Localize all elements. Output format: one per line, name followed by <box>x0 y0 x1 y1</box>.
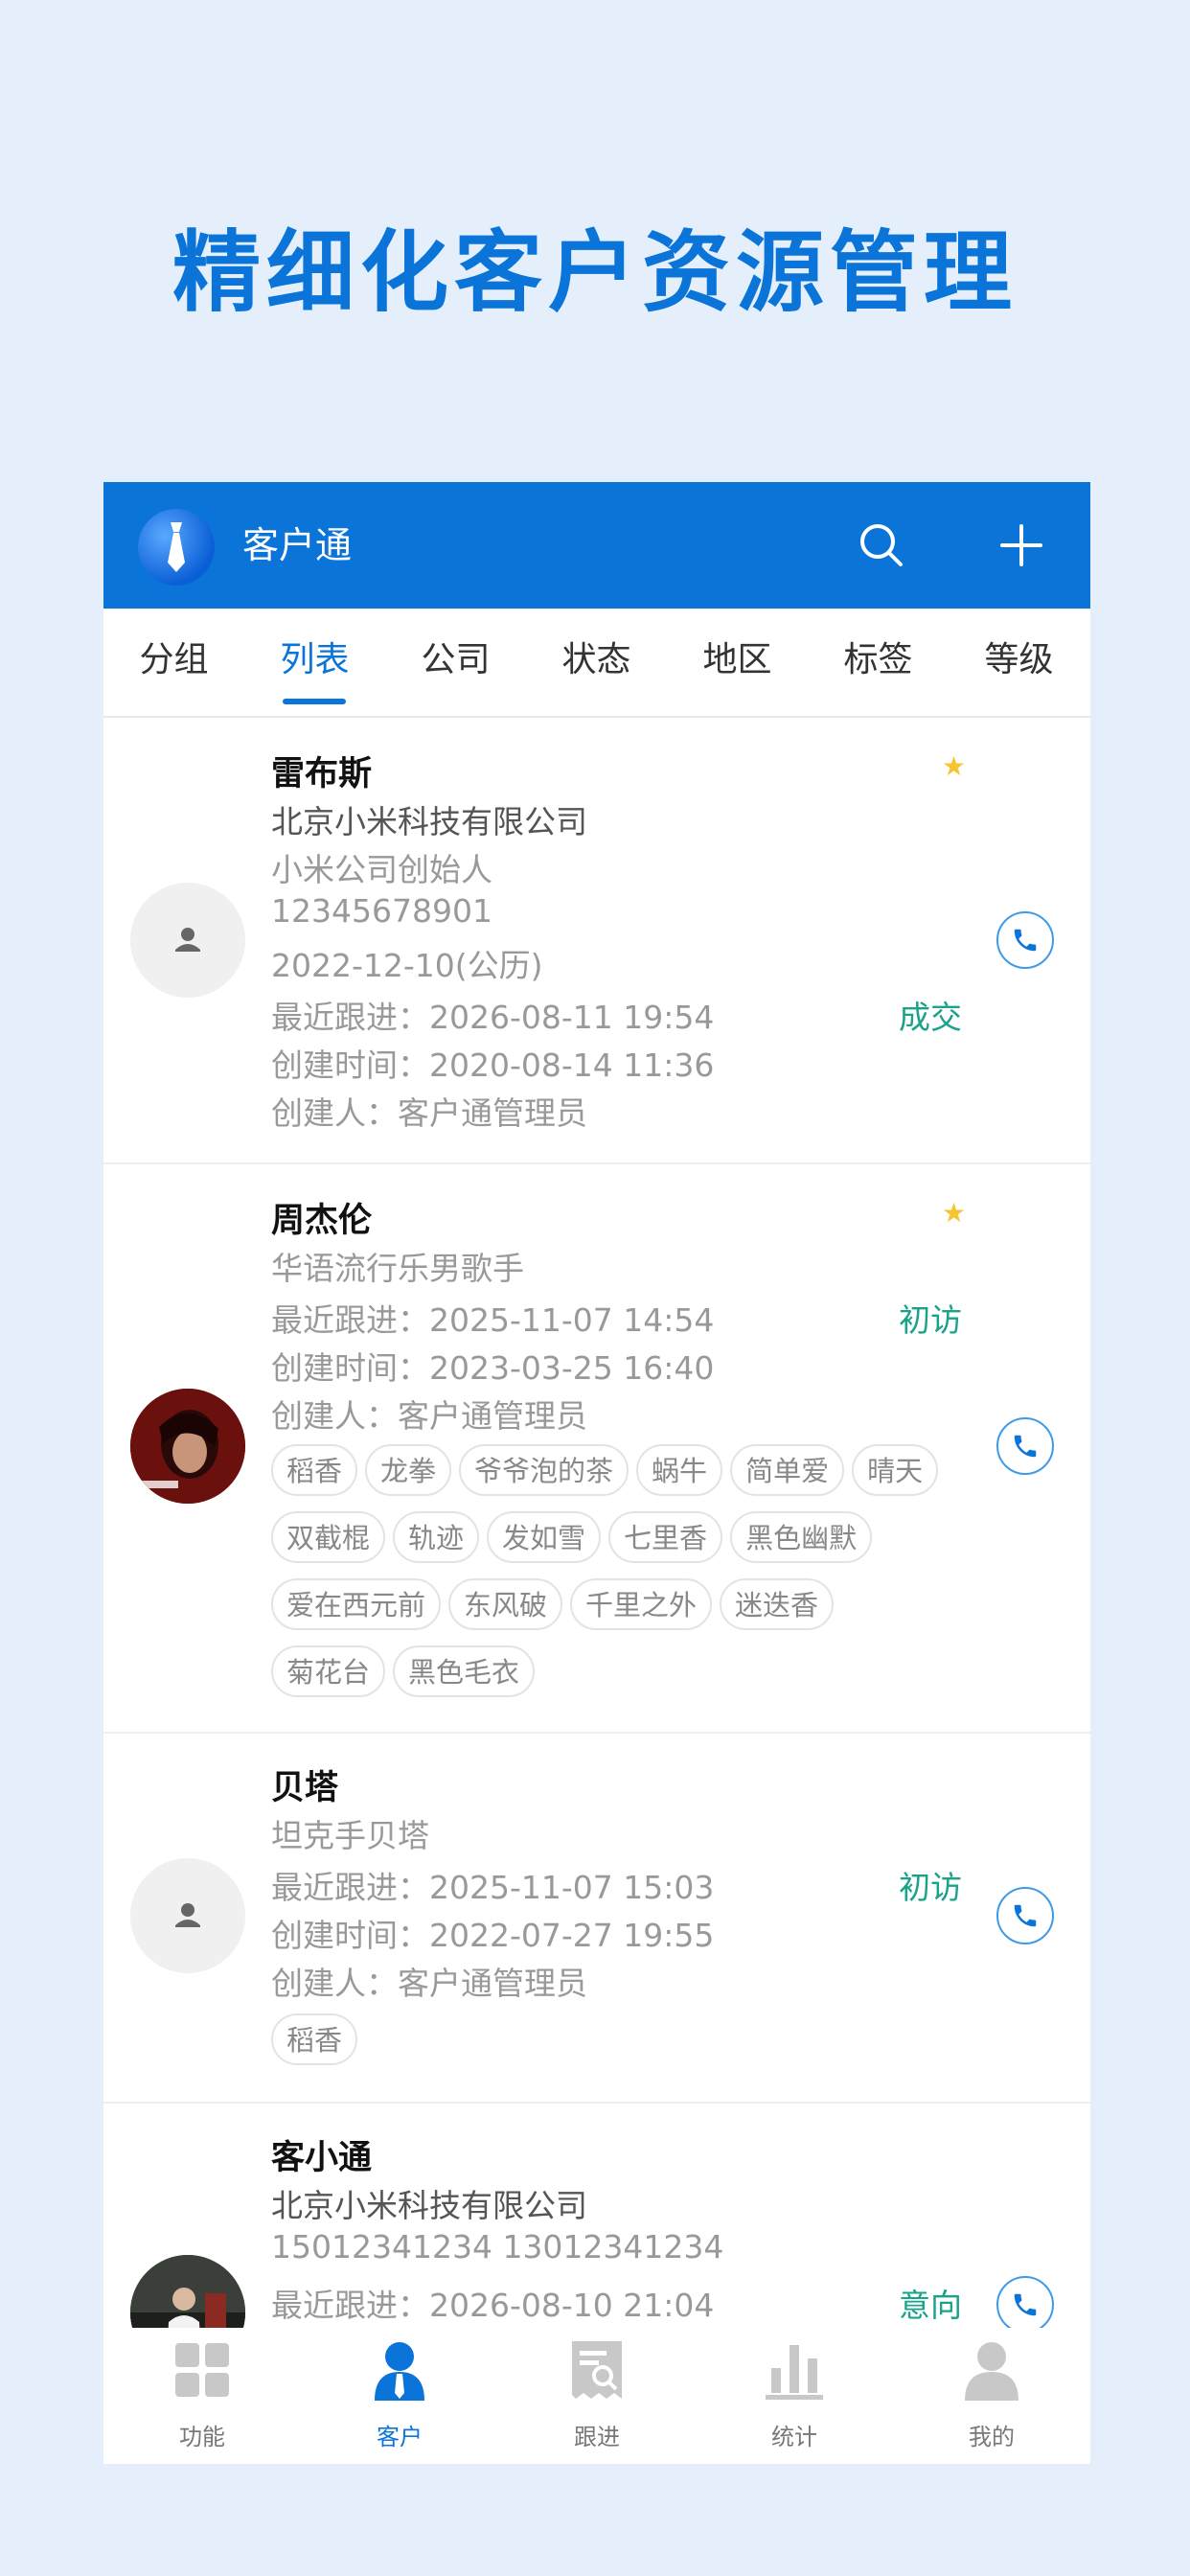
customer-title: 华语流行乐男歌手 <box>271 1250 524 1287</box>
recent-followup: 最近跟进：2025-11-07 15:03 <box>271 1869 715 1906</box>
user-icon <box>965 2342 1018 2401</box>
tag-chip[interactable]: 千里之外 <box>570 1578 713 1630</box>
customer-title: 坦克手贝塔 <box>271 1817 429 1854</box>
nav-label: 跟进 <box>574 2424 620 2450</box>
search-icon[interactable] <box>851 515 912 576</box>
person-icon <box>375 2342 424 2401</box>
customer-birthday: 2022-12-10(公历) <box>271 947 543 984</box>
tag-chip[interactable]: 稻香 <box>271 1444 358 1496</box>
tie-logo-icon <box>138 509 215 586</box>
tag-chip[interactable]: 轨迹 <box>393 1511 480 1563</box>
app-bar: 客户通 <box>103 482 1090 609</box>
customer-phone: 15012341234 13012341234 <box>271 2228 724 2266</box>
nav-stats[interactable]: 统计 <box>696 2328 893 2464</box>
app-screen: 客户通 分组 列表 公司 状态 地区 标签 等级 雷布斯 ★ 北京小米科技有限公… <box>103 482 1090 2464</box>
tab-group[interactable]: 分组 <box>103 609 244 716</box>
default-avatar-icon <box>130 1858 245 1973</box>
nav-followup[interactable]: 跟进 <box>498 2328 696 2464</box>
phone-call-icon[interactable] <box>996 911 1054 969</box>
customer-name: 客小通 <box>271 2139 373 2177</box>
nav-functions[interactable]: 功能 <box>103 2328 301 2464</box>
customer-title: 小米公司创始人 <box>271 851 492 888</box>
tag-chip[interactable]: 简单爱 <box>730 1444 845 1496</box>
plus-icon[interactable] <box>991 515 1052 576</box>
tag-chip[interactable]: 稻香 <box>271 2013 358 2065</box>
creator: 创建人：客户通管理员 <box>271 1094 587 1132</box>
bottom-nav: 功能 客户 跟进 统计 我的 <box>103 2328 1090 2464</box>
status-badge: 意向 <box>899 2287 962 2324</box>
tab-level[interactable]: 等级 <box>949 609 1089 716</box>
phone-call-icon[interactable] <box>996 1887 1054 1944</box>
nav-label: 我的 <box>969 2424 1015 2450</box>
customer-card[interactable]: 周杰伦 ★ 华语流行乐男歌手 最近跟进：2025-11-07 14:54 初访 … <box>103 1162 1090 1734</box>
tag-chip[interactable]: 菊花台 <box>271 1645 386 1697</box>
nav-customers[interactable]: 客户 <box>301 2328 498 2464</box>
receipt-search-icon <box>572 2341 622 2399</box>
app-title: 客户通 <box>242 524 353 566</box>
tag-chip[interactable]: 发如雪 <box>487 1511 602 1563</box>
recent-followup: 最近跟进：2026-08-11 19:54 <box>271 999 715 1036</box>
nav-label: 统计 <box>771 2424 817 2450</box>
promo-title: 精细化客户资源管理 <box>172 221 1018 324</box>
status-badge: 初访 <box>899 1301 962 1339</box>
tag-list: 稻香 龙拳 爷爷泡的茶 蜗牛 简单爱 晴天双截棍 轨迹 发如雪 七里香 黑色幽默爱在西元前 东风破千… <box>271 1444 999 1713</box>
tag-list: 稻香 <box>271 2013 999 2081</box>
created-time: 创建时间：2023-03-25 16:40 <box>271 1349 715 1387</box>
tag-chip[interactable]: 爱在西元前 <box>271 1578 442 1630</box>
tag-chip[interactable]: 七里香 <box>608 1511 723 1563</box>
filter-tabs: 分组 列表 公司 状态 地区 标签 等级 <box>103 609 1090 718</box>
status-badge: 成交 <box>899 999 962 1036</box>
active-tab-indicator <box>283 699 346 704</box>
tag-chip[interactable]: 双截棍 <box>271 1511 386 1563</box>
nav-label: 客户 <box>377 2424 423 2450</box>
customer-company: 北京小米科技有限公司 <box>271 2187 587 2224</box>
customer-avatar <box>130 1389 245 1504</box>
created-time: 创建时间：2020-08-14 11:36 <box>271 1046 715 1084</box>
status-badge: 初访 <box>899 1869 962 1906</box>
recent-followup: 最近跟进：2025-11-07 14:54 <box>271 1301 715 1339</box>
recent-followup: 最近跟进：2026-08-10 21:04 <box>271 2287 715 2324</box>
tag-chip[interactable]: 黑色毛衣 <box>393 1645 536 1697</box>
nav-label: 功能 <box>179 2424 225 2450</box>
tag-chip[interactable]: 迷迭香 <box>720 1578 835 1630</box>
customer-company: 北京小米科技有限公司 <box>271 803 587 840</box>
customer-card[interactable]: 雷布斯 ★ 北京小米科技有限公司 小米公司创始人 12345678901 202… <box>103 718 1090 1164</box>
default-avatar-icon <box>130 883 245 998</box>
bar-chart-icon <box>766 2345 823 2400</box>
star-icon[interactable]: ★ <box>942 750 966 782</box>
tag-chip[interactable]: 蜗牛 <box>636 1444 723 1496</box>
tag-chip[interactable]: 东风破 <box>448 1578 563 1630</box>
tag-chip[interactable]: 黑色幽默 <box>730 1511 873 1563</box>
customer-phone: 12345678901 <box>271 892 492 930</box>
phone-call-icon[interactable] <box>996 1417 1054 1475</box>
tab-status[interactable]: 状态 <box>526 609 667 716</box>
tag-chip[interactable]: 龙拳 <box>365 1444 452 1496</box>
created-time: 创建时间：2022-07-27 19:55 <box>271 1917 715 1954</box>
tab-tags[interactable]: 标签 <box>808 609 949 716</box>
nav-mine[interactable]: 我的 <box>893 2328 1090 2464</box>
phone-call-icon[interactable] <box>996 2276 1054 2334</box>
customer-name: 贝塔 <box>271 1769 339 1807</box>
customer-card[interactable]: 贝塔 坦克手贝塔 最近跟进：2025-11-07 15:03 初访 创建时间：2… <box>103 1732 1090 2104</box>
customer-name: 周杰伦 <box>271 1202 373 1240</box>
tag-chip[interactable]: 晴天 <box>852 1444 939 1496</box>
tab-company[interactable]: 公司 <box>385 609 526 716</box>
tag-chip[interactable]: 爷爷泡的茶 <box>459 1444 629 1496</box>
star-icon[interactable]: ★ <box>942 1197 966 1229</box>
creator: 创建人：客户通管理员 <box>271 1397 587 1435</box>
creator: 创建人：客户通管理员 <box>271 1965 587 2002</box>
customer-name: 雷布斯 <box>271 755 373 794</box>
grid-icon <box>175 2343 229 2397</box>
tab-region[interactable]: 地区 <box>667 609 808 716</box>
